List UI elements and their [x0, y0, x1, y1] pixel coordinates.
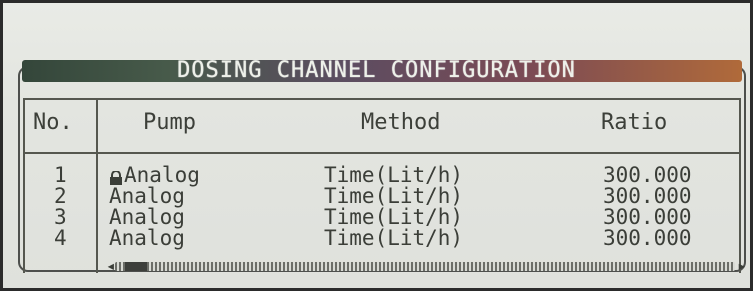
row-number: 2: [54, 184, 67, 208]
row-number: 1: [54, 163, 67, 187]
ratio-value[interactable]: 300.000: [603, 207, 692, 228]
ratio-value[interactable]: 300.000: [603, 165, 692, 186]
table-left-border: [23, 98, 25, 273]
header-ratio: Ratio: [601, 110, 668, 135]
pump-value[interactable]: Analog: [124, 165, 200, 186]
row-number: 4: [54, 226, 67, 250]
lock-icon: [109, 170, 123, 185]
scroll-right-arrow-icon[interactable]: ▸: [737, 256, 747, 275]
row-number: 3: [54, 205, 67, 229]
table-top-border: [23, 98, 741, 100]
method-value[interactable]: Time(Lit/h): [324, 228, 463, 249]
screen-title: DOSING CHANNEL CONFIGURATION: [177, 58, 576, 83]
method-value[interactable]: Time(Lit/h): [324, 165, 463, 186]
column-divider-no: [96, 98, 98, 273]
method-value[interactable]: Time(Lit/h): [324, 207, 463, 228]
scrollbar-thumb[interactable]: [125, 262, 147, 271]
ratio-value[interactable]: 300.000: [603, 186, 692, 207]
ratio-value[interactable]: 300.000: [603, 228, 692, 249]
header-pump: Pump: [143, 110, 196, 135]
header-no: No.: [33, 110, 73, 135]
table-right-border: [739, 98, 741, 273]
header-method: Method: [361, 110, 441, 135]
pump-value[interactable]: Analog: [109, 207, 185, 228]
horizontal-scrollbar[interactable]: [115, 262, 735, 271]
header-divider: [23, 152, 741, 154]
method-value[interactable]: Time(Lit/h): [324, 186, 463, 207]
pump-value[interactable]: Analog: [109, 186, 185, 207]
pump-value[interactable]: Analog: [109, 228, 185, 249]
